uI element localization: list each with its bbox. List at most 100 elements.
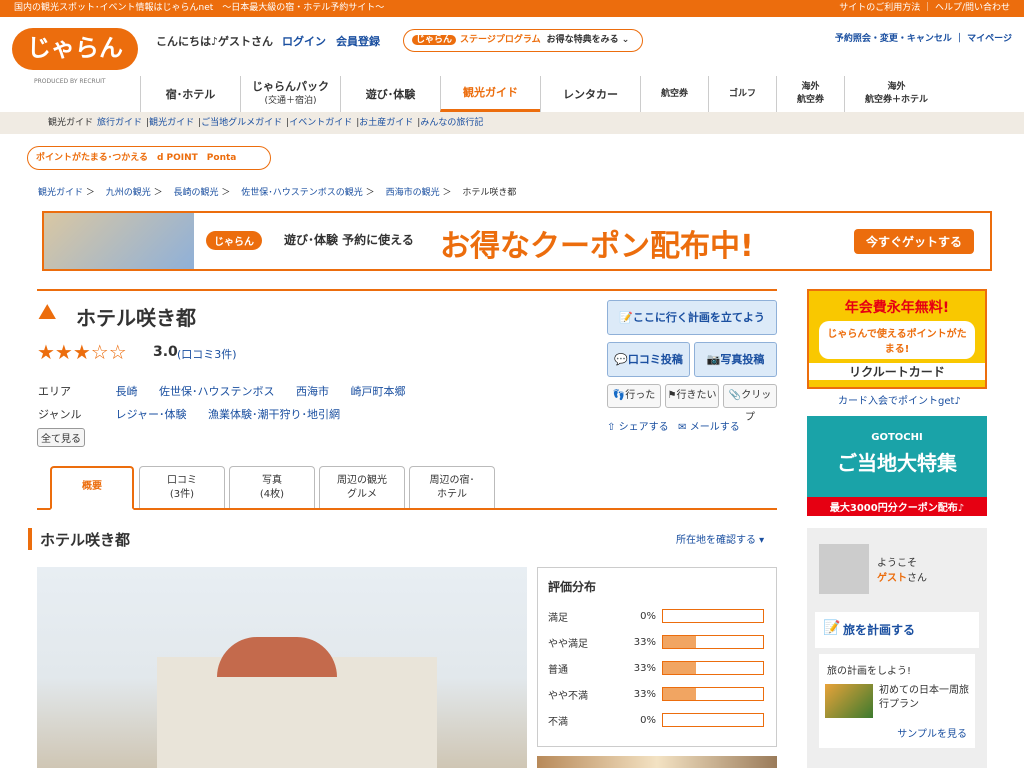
- rating-label: やや不満: [548, 690, 588, 702]
- plan-thumbnail[interactable]: [825, 684, 873, 718]
- nav-item-golf[interactable]: ゴルフ: [708, 76, 776, 112]
- genre-link[interactable]: レジャー･体験: [116, 408, 187, 421]
- nav-item-overseas-hotel[interactable]: 海外 航空券＋ホテル: [844, 76, 948, 112]
- locate-label: 所在地を確認する: [676, 535, 756, 546]
- subnav-item[interactable]: お土産ガイド: [359, 118, 413, 128]
- tab-label: 周辺の宿･: [429, 475, 475, 486]
- banner-headline: お得なクーポン配布中!: [440, 229, 754, 264]
- recruit-card-banner[interactable]: 年会費永年無料! じゃらんで使えるポイントがたまる! リクルートカード: [807, 289, 987, 389]
- nav-item-pack[interactable]: じゃらんパック (交通＋宿泊): [240, 76, 340, 112]
- tab-nearby-sights[interactable]: 周辺の観光 グルメ: [319, 466, 405, 508]
- nav-item-guide[interactable]: 観光ガイド: [440, 76, 540, 112]
- tab-label: 口コミ: [167, 475, 197, 486]
- area-link[interactable]: 崎戸町本郷: [351, 385, 406, 398]
- rating-row: やや不満 33%: [548, 681, 766, 707]
- subnav-item[interactable]: ご当地グルメガイド: [201, 118, 282, 128]
- nav-item-sub: (交通＋宿泊): [264, 96, 317, 106]
- rating-bar: [662, 635, 764, 649]
- mail-link[interactable]: メールする: [690, 422, 740, 433]
- rating-stars: ★★★☆☆: [37, 340, 127, 364]
- post-photo-label: 写真投稿: [720, 353, 765, 366]
- tab-label: 概要: [82, 481, 102, 492]
- breadcrumb-item[interactable]: 佐世保･ハウステンボスの観光: [241, 188, 363, 198]
- want-button[interactable]: ⚑行きたい: [665, 384, 719, 408]
- breadcrumb-item[interactable]: 長崎の観光: [174, 188, 219, 198]
- rating-label: 不満: [548, 716, 568, 728]
- subnav-item[interactable]: みんなの旅行記: [420, 118, 483, 128]
- rating-row: 普通 33%: [548, 655, 766, 681]
- breadcrumb-item[interactable]: 九州の観光: [106, 188, 151, 198]
- post-review-button[interactable]: 💬口コミ投稿: [607, 342, 690, 377]
- share-link[interactable]: シェアする: [619, 422, 669, 433]
- nav-item-rentacar[interactable]: レンタカー: [540, 76, 640, 112]
- top-bar: 国内の観光スポット･イベント情報はじゃらんnet 〜日本最大級の宿・ホテル予約サ…: [0, 0, 1024, 17]
- mountain-icon: ⛰: [38, 300, 57, 325]
- points-banner[interactable]: ポイントがたまる･つかえる d POINT Ponta: [27, 146, 271, 170]
- nav-item-activity[interactable]: 遊び･体験: [340, 76, 440, 112]
- gotochi-banner[interactable]: GOTOCHI ご当地大特集 最大3000円分クーポン配布♪: [807, 416, 987, 516]
- get-coupon-button[interactable]: 今すぐゲットする: [853, 229, 974, 254]
- photo-thumbnail[interactable]: [537, 756, 777, 768]
- help-links[interactable]: サイトのご利用方法 ｜ ヘルプ/問い合わせ: [839, 0, 1010, 17]
- nav-item-overseas-air[interactable]: 海外 航空券: [776, 76, 844, 112]
- rating-bar: [662, 609, 764, 623]
- plan-text[interactable]: 初めての日本一周旅行プラン: [879, 684, 975, 712]
- spot-photo[interactable]: [37, 567, 527, 768]
- jalan-logo[interactable]: じゃらん: [12, 28, 138, 70]
- area-link[interactable]: 長崎: [116, 385, 138, 398]
- share-icon: ⇧: [607, 422, 616, 433]
- rating-title: 評価分布: [548, 580, 597, 594]
- login-link[interactable]: ログイン: [282, 33, 326, 49]
- tab-overview[interactable]: 概要: [50, 466, 134, 510]
- breadcrumb-item[interactable]: 西海市の観光: [386, 188, 440, 198]
- register-link[interactable]: 会員登録: [336, 33, 380, 49]
- rating-distribution: 評価分布 満足 0% やや満足 33% 普通 33% やや不満 33% 不満 0%: [537, 567, 777, 747]
- subnav-item[interactable]: 旅行ガイド: [97, 118, 142, 128]
- genre-label: ジャンル: [38, 408, 82, 421]
- card-name: リクルートカード: [809, 363, 985, 380]
- nav-item-label: じゃらんパック: [252, 80, 329, 93]
- area-link[interactable]: 西海市: [296, 385, 329, 398]
- tab-label: 周辺の観光: [337, 475, 387, 486]
- stage-program-button[interactable]: じゃらん ステージプログラム お得な特典をみる ⌄: [403, 29, 643, 52]
- clip-button[interactable]: 📎クリップ: [723, 384, 777, 423]
- post-photo-button[interactable]: 📷写真投稿: [694, 342, 777, 377]
- subnav-item[interactable]: イベントガイド: [289, 118, 352, 128]
- tab-nearby-hotels[interactable]: 周辺の宿･ ホテル: [409, 466, 495, 508]
- rating-percent: 33%: [633, 636, 656, 648]
- card-link[interactable]: カード入会でポイントget♪: [838, 392, 961, 407]
- mail-icon: ✉: [678, 422, 687, 433]
- tab-sub: (4枚): [259, 489, 285, 500]
- account-links[interactable]: 予約照会・変更・キャンセル ｜ マイページ: [835, 31, 1012, 44]
- breadcrumb-item[interactable]: 観光ガイド: [38, 188, 83, 198]
- reviews-link[interactable]: (口コミ3件): [177, 346, 237, 362]
- sample-link[interactable]: サンプルを見る: [897, 725, 967, 740]
- tab-sub: (3件): [169, 489, 195, 500]
- locate-link[interactable]: 所在地を確認する ▾: [676, 531, 764, 546]
- plan-trip-link[interactable]: 📝 旅を計画する: [815, 612, 979, 648]
- nav-item-label: 宿･ホテル: [165, 87, 216, 101]
- tab-photos[interactable]: 写真 (4枚): [229, 466, 315, 508]
- user-box: ようこそ ゲストさん 📝 旅を計画する 旅の計画をしよう! 初めての日本一周旅行プラ…: [807, 528, 987, 768]
- nav-item-sub: 航空券＋ホテル: [864, 95, 928, 105]
- main-nav: 宿･ホテル じゃらんパック (交通＋宿泊) 遊び･体験 観光ガイド レンタカー 航…: [140, 76, 948, 112]
- nav-item-hotel[interactable]: 宿･ホテル: [140, 76, 240, 112]
- banner-photo: [44, 213, 194, 269]
- nav-item-label: 海外: [801, 82, 820, 92]
- rating-score: 3.0: [153, 344, 178, 360]
- post-review-label: 口コミ投稿: [627, 353, 683, 366]
- genre-link[interactable]: 漁業体験･潮干狩り･地引網: [208, 408, 340, 421]
- show-all-button[interactable]: 全て見る: [37, 428, 85, 447]
- nav-item-air[interactable]: 航空券: [640, 76, 708, 112]
- coupon-banner[interactable]: じゃらん 遊び･体験 予約に使える お得なクーポン配布中! 今すぐゲットする: [42, 211, 992, 271]
- guest-name: ゲスト: [877, 573, 907, 584]
- went-button[interactable]: 👣行った: [607, 384, 661, 408]
- tab-reviews[interactable]: 口コミ (3件): [139, 466, 225, 508]
- rating-percent: 0%: [640, 714, 656, 726]
- tab-label: 写真: [262, 475, 282, 486]
- notepad-icon: 📝: [619, 311, 633, 324]
- area-row: エリア 長崎 佐世保･ハウステンボス 西海市 崎戸町本郷: [38, 383, 424, 399]
- area-link[interactable]: 佐世保･ハウステンボス: [159, 385, 275, 398]
- plan-trip-button[interactable]: 📝ここに行く計画を立てよう: [607, 300, 777, 335]
- subnav-item[interactable]: 観光ガイド: [149, 118, 194, 128]
